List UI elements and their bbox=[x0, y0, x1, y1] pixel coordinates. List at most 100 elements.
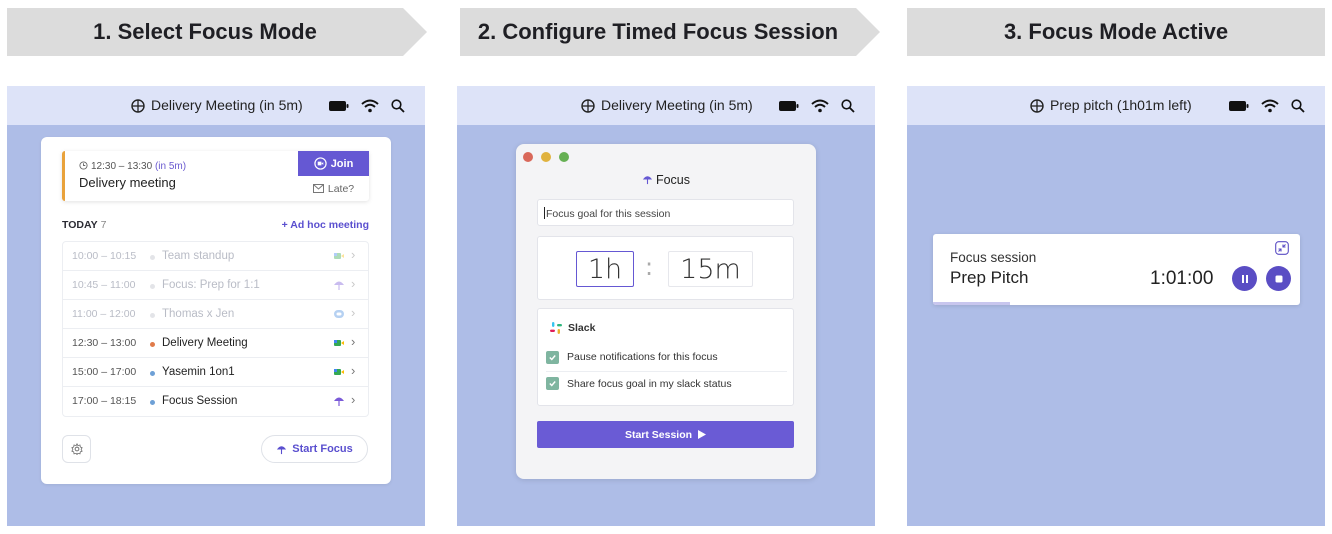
collapse-icon[interactable] bbox=[1275, 241, 1289, 255]
step-label: 3. Focus Mode Active bbox=[1003, 19, 1229, 44]
event-row[interactable]: 11:00 – 12:00 Thomas x Jen › bbox=[63, 300, 368, 329]
session-label: Focus session bbox=[950, 250, 1037, 265]
menubar: Delivery Meeting (in 5m) bbox=[7, 86, 425, 125]
play-icon bbox=[698, 430, 707, 439]
checkmark-icon bbox=[549, 381, 556, 387]
step-banner-2: 2. Configure Timed Focus Session bbox=[460, 8, 880, 56]
event-color-dot bbox=[150, 284, 155, 289]
pause-button[interactable] bbox=[1232, 266, 1257, 291]
chat-icon bbox=[333, 308, 345, 320]
pause-icon bbox=[1241, 274, 1248, 283]
stop-button[interactable] bbox=[1266, 266, 1291, 291]
menubar-calendar-item[interactable]: Delivery Meeting (in 5m) bbox=[581, 86, 753, 125]
chevron-right-icon: › bbox=[351, 363, 356, 378]
wifi-icon[interactable] bbox=[811, 99, 829, 113]
battery-icon[interactable] bbox=[1229, 101, 1249, 111]
checkbox-checked[interactable] bbox=[546, 350, 559, 364]
minimize-window-button[interactable] bbox=[541, 152, 551, 162]
event-color-dot bbox=[150, 313, 155, 318]
zoom-window-button[interactable] bbox=[559, 152, 569, 162]
event-color-dot bbox=[150, 400, 155, 405]
today-count: 7 bbox=[100, 219, 107, 231]
chevron-right-icon: › bbox=[351, 276, 356, 291]
event-row[interactable]: 10:00 – 10:15 Team standup › bbox=[63, 242, 368, 271]
menubar-title: Delivery Meeting (in 5m) bbox=[601, 97, 753, 113]
wifi-icon[interactable] bbox=[361, 99, 379, 113]
event-row[interactable]: 17:00 – 18:15 Focus Session › bbox=[63, 387, 368, 416]
event-row[interactable]: 12:30 – 13:00 Delivery Meeting › bbox=[63, 329, 368, 358]
mail-icon bbox=[312, 184, 324, 193]
text-caret bbox=[544, 207, 545, 219]
event-time: 10:45 – 11:00 bbox=[72, 279, 136, 291]
late-button[interactable]: Late? bbox=[298, 176, 369, 201]
settings-button[interactable] bbox=[62, 435, 91, 463]
event-color-dot bbox=[150, 255, 155, 260]
event-row[interactable]: 10:45 – 11:00 Focus: Prep for 1:1 › bbox=[63, 271, 368, 300]
session-progress-bar bbox=[933, 302, 1011, 305]
chevron-right-icon: › bbox=[351, 247, 356, 262]
slack-options: Slack Pause notifications for this focus… bbox=[537, 308, 794, 406]
event-color-dot bbox=[150, 342, 155, 347]
menubar: Prep pitch (1h01m left) bbox=[907, 86, 1325, 125]
event-time: 10:00 – 10:15 bbox=[72, 250, 137, 262]
video-icon bbox=[333, 250, 345, 262]
chevron-right-icon: › bbox=[351, 334, 356, 349]
panel-focus-active: Prep pitch (1h01m left) Focus session Pr… bbox=[907, 86, 1325, 526]
search-icon[interactable] bbox=[391, 99, 405, 113]
start-session-label: Start Session bbox=[624, 428, 693, 441]
umbrella-icon bbox=[333, 279, 345, 291]
event-row[interactable]: 15:00 – 17:00 Yasemin 1on1 › bbox=[63, 358, 368, 387]
menubar-calendar-item[interactable]: Delivery Meeting (in 5m) bbox=[131, 86, 303, 125]
today-text: TODAY bbox=[62, 219, 98, 231]
battery-icon[interactable] bbox=[779, 101, 799, 111]
session-remaining-time: 1:01:00 bbox=[1150, 268, 1214, 289]
stop-icon bbox=[1275, 275, 1282, 282]
session-name: Prep Pitch bbox=[950, 268, 1029, 287]
event-name: Focus: Prep for 1:1 bbox=[162, 279, 260, 291]
search-icon[interactable] bbox=[841, 99, 855, 113]
checkbox-checked[interactable] bbox=[546, 377, 559, 390]
upcoming-meeting-card[interactable]: 12:30 – 13:30 (in 5m) Delivery meeting J… bbox=[62, 151, 369, 201]
step-label: 2. Configure Timed Focus Session bbox=[477, 19, 839, 44]
wifi-icon[interactable] bbox=[1261, 99, 1279, 113]
hours-field[interactable]: 1h bbox=[576, 251, 634, 287]
upcoming-meeting-name: Delivery meeting bbox=[79, 175, 176, 190]
minutes-field[interactable]: 15m bbox=[668, 251, 753, 287]
focus-title-text: Focus bbox=[655, 173, 691, 187]
upcoming-meeting-time: 12:30 – 13:30 (in 5m) bbox=[79, 161, 186, 172]
video-icon bbox=[333, 366, 345, 378]
goal-placeholder: Focus goal for this session bbox=[546, 208, 671, 220]
late-label: Late? bbox=[327, 182, 355, 195]
umbrella-icon bbox=[642, 176, 653, 185]
event-time: 15:00 – 17:00 bbox=[72, 366, 137, 378]
time-separator: : bbox=[645, 253, 654, 281]
join-button[interactable]: Join bbox=[298, 151, 369, 176]
focus-goal-input[interactable]: Focus goal for this session bbox=[537, 199, 794, 226]
step-banner-1: 1. Select Focus Mode bbox=[7, 8, 427, 56]
duration-picker: 1h : 15m bbox=[537, 236, 794, 300]
panel-select-focus-mode: Delivery Meeting (in 5m) 12:30 – 13:30 (… bbox=[7, 86, 425, 526]
search-icon[interactable] bbox=[1291, 99, 1305, 113]
menubar-title: Delivery Meeting (in 5m) bbox=[151, 97, 303, 113]
checkmark-icon bbox=[549, 354, 556, 361]
video-circle-icon bbox=[314, 157, 327, 170]
event-name: Delivery Meeting bbox=[162, 337, 248, 349]
panel-configure-session: Delivery Meeting (in 5m) Focus Focus goa… bbox=[457, 86, 875, 526]
menubar-icons bbox=[1229, 97, 1305, 115]
globe-grid-icon bbox=[1030, 99, 1044, 113]
menubar: Delivery Meeting (in 5m) bbox=[457, 86, 875, 125]
start-focus-button[interactable]: Start Focus bbox=[261, 435, 368, 463]
close-window-button[interactable] bbox=[523, 152, 533, 162]
event-time: 12:30 – 13:00 bbox=[72, 337, 137, 349]
event-time: 11:00 – 12:00 bbox=[72, 308, 136, 320]
globe-grid-icon bbox=[131, 99, 145, 113]
ad-hoc-meeting-link[interactable]: + Ad hoc meeting bbox=[282, 219, 369, 231]
focus-title: Focus bbox=[516, 173, 816, 187]
pause-notifications-option[interactable]: Pause notifications for this focus bbox=[546, 345, 787, 369]
start-session-button[interactable]: Start Session bbox=[537, 421, 794, 448]
battery-icon[interactable] bbox=[329, 101, 349, 111]
step-label: 1. Select Focus Mode bbox=[93, 19, 317, 44]
share-focus-goal-option[interactable]: Share focus goal in my slack status bbox=[546, 371, 787, 395]
event-name: Thomas x Jen bbox=[162, 308, 235, 320]
menubar-focus-item[interactable]: Prep pitch (1h01m left) bbox=[1030, 86, 1192, 125]
